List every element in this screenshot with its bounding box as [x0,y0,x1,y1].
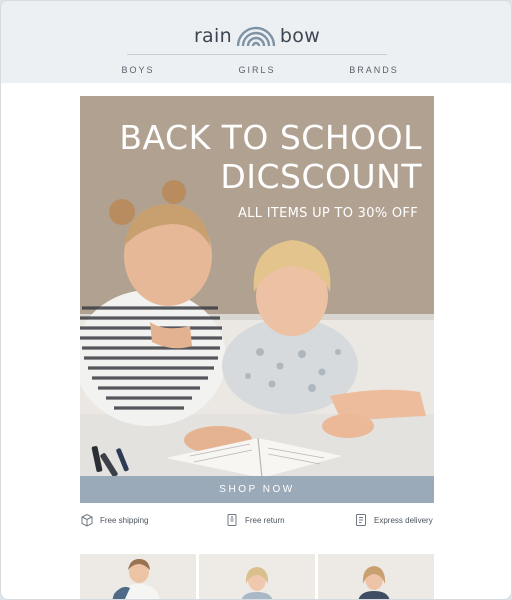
feature-express-delivery: Express delivery [354,513,433,527]
main-nav: BOYS GIRLS BRANDS [1,65,511,79]
hero-subtitle: ALL ITEMS UP TO 30% OFF [237,206,418,221]
brand-logo[interactable]: rain bow [1,21,511,51]
email-frame: rain bow BOYS GIRLS BRANDS BACK TO SCHOO… [0,0,512,600]
header: rain bow BOYS GIRLS BRANDS [1,1,511,83]
product-card[interactable] [199,554,315,599]
hero-title: BACK TO SCHOOL DICSCOUNT [119,118,422,196]
feature-label: Free shipping [100,515,149,525]
hero-title-line-1: BACK TO SCHOOL [119,118,422,157]
shop-now-button[interactable]: SHOP NOW [80,476,434,503]
rainbow-arc-icon [236,26,276,47]
box-icon [81,513,93,527]
feature-free-return: Free return [225,513,285,527]
feature-free-shipping: Free shipping [80,513,148,527]
boy-product-photo [80,554,196,599]
product-grid [80,554,434,599]
delivery-doc-icon [356,514,366,526]
feature-label: Free return [245,515,285,525]
nav-item-boys[interactable]: BOYS [93,65,183,75]
girl-product-photo [318,554,434,599]
benefits-row: Free shipping Free return Express delive… [80,513,434,531]
feature-label: Express delivery [374,515,433,525]
girl-product-photo [199,554,315,599]
product-card[interactable] [80,554,196,599]
logo-word-right: bow [279,25,321,47]
product-card[interactable] [318,554,434,599]
hero-banner[interactable]: BACK TO SCHOOL DICSCOUNT ALL ITEMS UP TO… [80,96,434,476]
nav-item-brands[interactable]: BRANDS [329,65,419,75]
nav-item-girls[interactable]: GIRLS [212,65,302,75]
hero-title-line-2: DICSCOUNT [220,157,422,196]
header-divider [127,54,387,55]
return-tag-icon [227,514,237,526]
logo-word-left: rain [193,25,232,47]
